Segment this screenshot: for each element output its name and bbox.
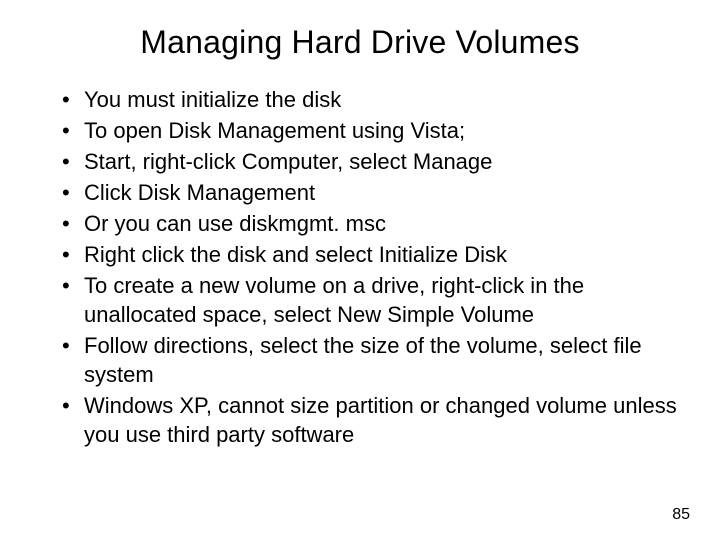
slide-title: Managing Hard Drive Volumes <box>40 24 680 61</box>
bullet-list: You must initialize the disk To open Dis… <box>40 85 680 449</box>
list-item: Or you can use diskmgmt. msc <box>62 209 680 238</box>
list-item: Start, right-click Computer, select Mana… <box>62 147 680 176</box>
list-item: To create a new volume on a drive, right… <box>62 271 680 329</box>
list-item: You must initialize the disk <box>62 85 680 114</box>
list-item: Right click the disk and select Initiali… <box>62 240 680 269</box>
page-number: 85 <box>672 506 690 524</box>
list-item: Windows XP, cannot size partition or cha… <box>62 391 680 449</box>
list-item: Click Disk Management <box>62 178 680 207</box>
list-item: Follow directions, select the size of th… <box>62 331 680 389</box>
list-item: To open Disk Management using Vista; <box>62 116 680 145</box>
